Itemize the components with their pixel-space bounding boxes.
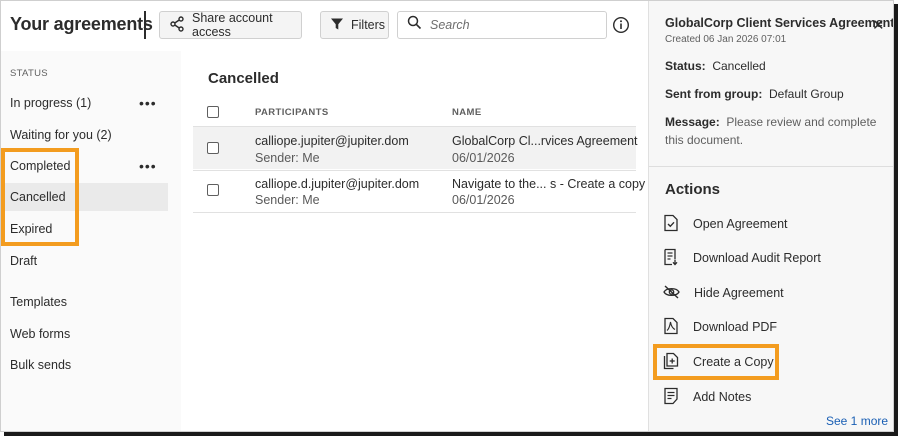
sidebar-item-label: Templates <box>10 295 67 309</box>
column-header-name: NAME <box>452 107 482 118</box>
sidebar-item-templates[interactable]: Templates <box>1 288 168 316</box>
search-icon <box>407 15 422 35</box>
search-input[interactable] <box>430 18 590 32</box>
actions-title: Actions <box>665 181 721 198</box>
message-label: Message: <box>665 115 720 129</box>
eye-hidden-icon <box>663 284 680 302</box>
audit-report-icon <box>663 248 679 269</box>
share-account-access-button[interactable]: Share account access <box>159 11 302 39</box>
open-agreement-action[interactable]: Open Agreement <box>663 212 863 236</box>
status-label: Status: <box>665 59 706 73</box>
share-account-access-label: Share account access <box>192 11 273 39</box>
search-box[interactable] <box>397 11 607 39</box>
participant-email: calliope.jupiter@jupiter.dom <box>255 134 409 148</box>
add-notes-action[interactable]: Add Notes <box>663 385 863 409</box>
panel-divider <box>649 166 893 167</box>
sidebar-item-label: Draft <box>10 254 38 268</box>
filters-label: Filters <box>351 18 386 32</box>
row-checkbox[interactable] <box>207 142 219 154</box>
pdf-download-icon <box>663 317 679 338</box>
agreement-created-date: Created 06 Jan 2026 07:01 <box>665 34 787 45</box>
agreement-title: GlobalCorp Client Services Agreement <box>665 16 894 30</box>
row-divider <box>193 170 636 171</box>
title-divider <box>144 11 146 39</box>
status-section-label: STATUS <box>10 68 48 79</box>
more-options-icon[interactable]: ••• <box>139 96 157 110</box>
filter-icon <box>330 17 344 34</box>
action-label: Download PDF <box>693 320 778 334</box>
column-header-participants: PARTICIPANTS <box>255 107 329 118</box>
list-heading: Cancelled <box>208 70 279 87</box>
agreement-name[interactable]: GlobalCorp Cl...rvices Agreement <box>452 134 638 148</box>
status-line: Status: Cancelled <box>665 59 766 73</box>
sidebar-item-bulk-sends[interactable]: Bulk sends <box>1 351 168 379</box>
download-audit-report-action[interactable]: Download Audit Report <box>663 246 863 270</box>
action-label: Open Agreement <box>693 217 788 231</box>
filters-button[interactable]: Filters <box>320 11 389 39</box>
more-options-icon[interactable]: ••• <box>139 159 157 173</box>
participant-sender: Sender: Me <box>255 151 320 165</box>
select-all-checkbox[interactable] <box>207 106 219 118</box>
message-line: Message: Please review and complete this… <box>665 113 890 149</box>
action-label: Hide Agreement <box>694 286 784 300</box>
close-icon[interactable]: ✕ <box>872 16 885 34</box>
row-divider <box>193 212 636 213</box>
sidebar-item-draft[interactable]: Draft <box>1 247 168 275</box>
page-title: Your agreements <box>10 14 153 34</box>
hide-agreement-action[interactable]: Hide Agreement <box>663 281 863 305</box>
status-value: Cancelled <box>712 59 766 73</box>
sidebar-item-label: Waiting for you (2) <box>10 128 112 142</box>
agreements-window: Your agreements Share account access Fil… <box>0 0 894 432</box>
group-line: Sent from group: Default Group <box>665 87 844 101</box>
sidebar-item-label: In progress (1) <box>10 96 92 110</box>
document-check-icon <box>663 214 679 235</box>
info-icon[interactable] <box>612 16 630 34</box>
see-more-link[interactable]: See 1 more <box>826 414 888 428</box>
status-highlight-box <box>1 148 79 246</box>
participant-email: calliope.d.jupiter@jupiter.dom <box>255 177 420 191</box>
sidebar-item-web-forms[interactable]: Web forms <box>1 320 168 348</box>
action-label: Add Notes <box>693 390 752 404</box>
group-value: Default Group <box>769 87 844 101</box>
download-pdf-action[interactable]: Download PDF <box>663 315 863 339</box>
agreement-date: 06/01/2026 <box>452 151 515 165</box>
create-copy-highlight-box <box>653 344 779 380</box>
sidebar-item-waiting-for-you[interactable]: Waiting for you (2) <box>1 121 168 149</box>
sidebar-item-label: Web forms <box>10 327 71 341</box>
agreement-name[interactable]: Navigate to the... s - Create a copy <box>452 177 645 191</box>
agreement-date: 06/01/2026 <box>452 193 515 207</box>
participant-sender: Sender: Me <box>255 193 320 207</box>
action-label: Download Audit Report <box>693 251 821 265</box>
row-checkbox[interactable] <box>207 184 219 196</box>
agreement-details-panel: GlobalCorp Client Services Agreement Cre… <box>648 1 894 431</box>
share-icon <box>169 15 185 35</box>
sidebar-item-label: Bulk sends <box>10 358 72 372</box>
notes-icon <box>663 387 679 408</box>
group-label: Sent from group: <box>665 87 763 101</box>
